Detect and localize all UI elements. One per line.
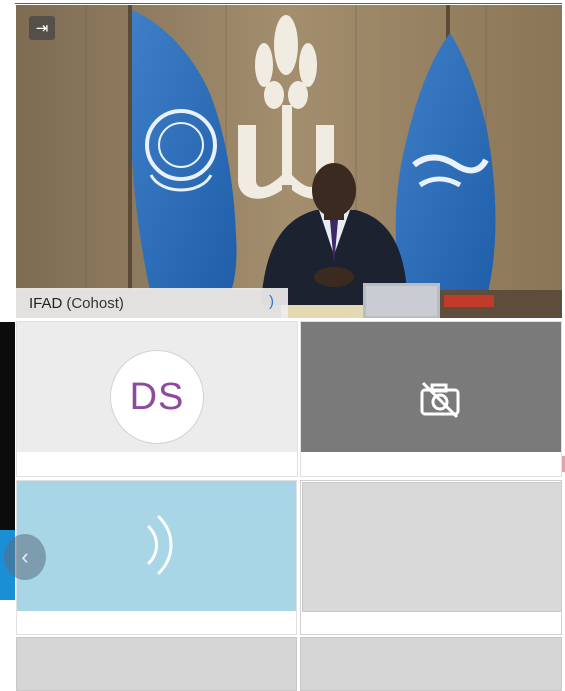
participant-tile-partial[interactable] bbox=[300, 637, 562, 691]
audio-indicator-icon: ) bbox=[269, 293, 274, 310]
left-panel-edge bbox=[0, 0, 15, 691]
participant-role: (Cohost) bbox=[66, 294, 124, 312]
camera-off-icon bbox=[420, 381, 460, 419]
left-panel-dark-area bbox=[0, 322, 15, 530]
participant-tile-speaking[interactable] bbox=[16, 480, 297, 635]
main-video-tile[interactable] bbox=[16, 5, 562, 318]
participant-tile-ds[interactable]: DS bbox=[16, 321, 298, 477]
tile-background bbox=[302, 482, 561, 612]
participant-tile-camera-off[interactable] bbox=[300, 321, 562, 477]
speaking-indicator-icon bbox=[147, 515, 173, 575]
arrow-right-bar-icon: ⇥ bbox=[35, 20, 49, 37]
participant-tile-partial[interactable] bbox=[16, 637, 297, 691]
main-video-feed bbox=[16, 5, 562, 318]
avatar: DS bbox=[110, 350, 204, 444]
collapse-panel-button[interactable]: ⇥ bbox=[29, 16, 55, 40]
participant-name-label: IFAD (Cohost) ) bbox=[16, 288, 288, 318]
participant-name: IFAD bbox=[29, 294, 63, 312]
video-call-window: ⇥ IFAD (Cohost) ) DS ‹ bbox=[0, 0, 565, 691]
participant-tile-blank[interactable] bbox=[300, 480, 562, 635]
chevron-left-icon: ‹ bbox=[21, 544, 29, 569]
scroll-left-button[interactable]: ‹ bbox=[4, 534, 46, 580]
